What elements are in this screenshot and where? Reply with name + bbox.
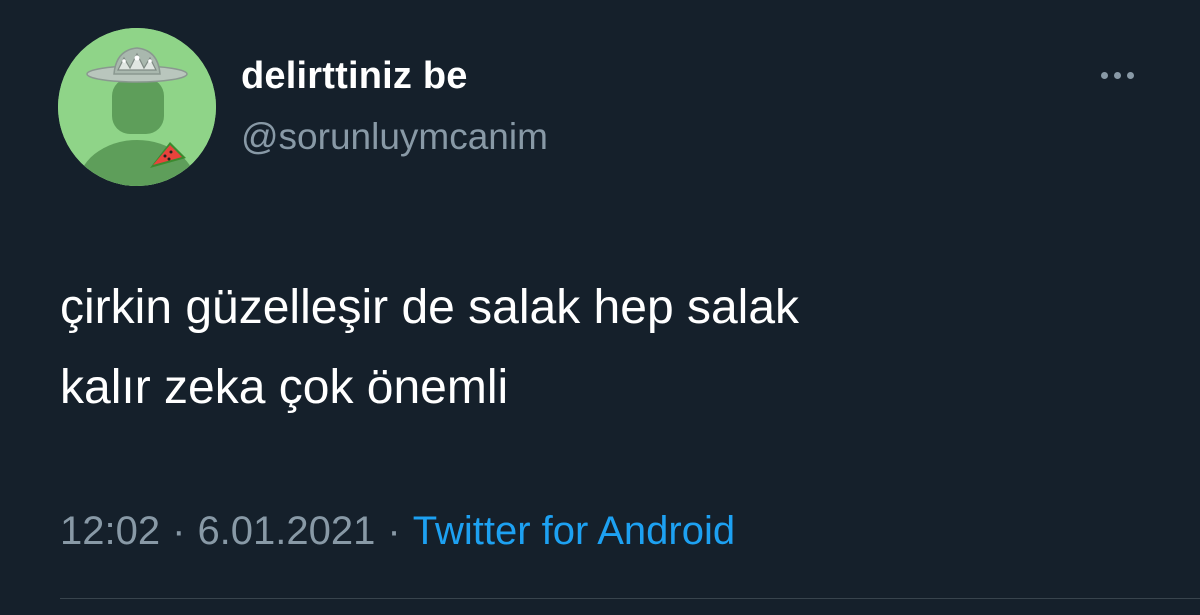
author-handle[interactable]: @sorunluymcanim xyxy=(241,116,548,158)
tweet-source-link[interactable]: Twitter for Android xyxy=(413,509,735,553)
meta-separator: · xyxy=(172,509,186,553)
tweet-date[interactable]: 6.01.2021 xyxy=(197,509,375,553)
tweet-time[interactable]: 12:02 xyxy=(60,509,160,553)
meta-separator: · xyxy=(387,509,401,553)
author-display-name[interactable]: delirttiniz be xyxy=(241,55,468,98)
tweet-card: delirttiniz be @sorunluymcanim çirkin gü… xyxy=(0,0,1200,615)
tweet-metadata: 12:02 · 6.01.2021 · Twitter for Android xyxy=(60,509,735,554)
avatar[interactable] xyxy=(58,28,216,186)
default-profile-with-crown-hat-and-watermelon-icon xyxy=(58,28,216,186)
more-options-icon[interactable] xyxy=(1090,60,1144,90)
tweet-text: çirkin güzelleşir de salak hep salak kal… xyxy=(60,281,800,414)
divider xyxy=(60,598,1200,599)
